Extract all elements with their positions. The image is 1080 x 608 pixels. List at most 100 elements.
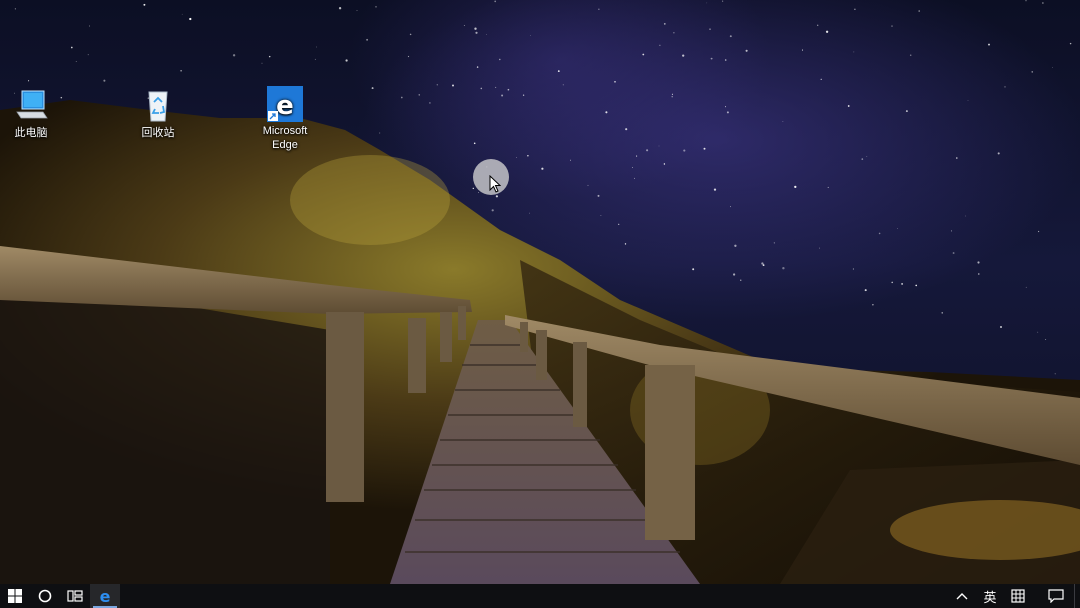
star xyxy=(400,96,403,99)
star xyxy=(491,209,494,212)
star xyxy=(379,132,381,134)
star xyxy=(495,86,497,88)
star xyxy=(659,44,661,46)
star xyxy=(967,100,969,101)
action-center-button[interactable] xyxy=(1042,584,1070,608)
star xyxy=(557,70,560,72)
star xyxy=(475,31,478,34)
star xyxy=(977,261,980,264)
task-view-button[interactable] xyxy=(60,584,90,608)
star xyxy=(515,157,517,158)
star xyxy=(605,111,608,114)
star xyxy=(956,157,958,159)
star xyxy=(87,54,89,56)
star xyxy=(734,244,737,247)
star xyxy=(474,27,477,30)
star xyxy=(706,2,708,4)
star xyxy=(530,35,531,36)
star xyxy=(636,155,638,157)
star xyxy=(499,58,501,61)
star xyxy=(817,24,819,26)
star xyxy=(683,149,686,152)
star xyxy=(732,273,736,276)
computer-icon xyxy=(13,88,49,124)
star xyxy=(1000,326,1002,328)
star xyxy=(847,105,850,107)
star xyxy=(407,55,410,58)
star xyxy=(436,84,438,86)
star xyxy=(618,223,620,225)
star xyxy=(507,88,510,91)
star xyxy=(634,177,635,179)
star xyxy=(866,156,868,157)
star xyxy=(315,46,317,48)
star xyxy=(232,54,236,57)
mouse-pointer-icon xyxy=(489,175,501,193)
desktop-icon-this-pc[interactable]: 此电脑 xyxy=(0,88,69,140)
star xyxy=(371,87,374,90)
desktop-icon-recycle-bin[interactable]: 回收站 xyxy=(120,88,196,140)
star xyxy=(820,78,822,80)
star xyxy=(522,94,525,96)
start-button[interactable] xyxy=(0,584,30,608)
star xyxy=(14,8,16,10)
star xyxy=(861,158,864,160)
star xyxy=(782,267,785,270)
star xyxy=(909,54,912,57)
star xyxy=(663,163,666,165)
recycle-bin-icon xyxy=(140,88,176,124)
star xyxy=(891,281,893,284)
star xyxy=(740,279,742,281)
taskbar-app-edge[interactable]: e xyxy=(90,584,120,608)
star xyxy=(915,284,918,287)
star xyxy=(598,8,600,10)
star xyxy=(671,93,673,95)
star xyxy=(143,3,146,6)
desktop[interactable]: 此电脑 回收站 e Microsoft Edge xyxy=(0,0,1080,584)
star xyxy=(600,215,602,216)
star xyxy=(409,33,412,36)
star xyxy=(671,96,673,98)
star xyxy=(709,28,711,30)
star xyxy=(891,25,893,27)
cortana-button[interactable] xyxy=(30,584,60,608)
star xyxy=(878,232,881,235)
star xyxy=(896,227,898,229)
star xyxy=(632,167,633,168)
star xyxy=(569,159,571,161)
star xyxy=(692,268,695,271)
edge-icon: e xyxy=(100,588,111,604)
star xyxy=(1042,2,1044,4)
star xyxy=(28,80,30,82)
star xyxy=(682,54,685,57)
star xyxy=(366,38,369,41)
star xyxy=(180,69,182,72)
tray-overflow-button[interactable] xyxy=(948,584,976,608)
star xyxy=(794,185,797,189)
ime-language-indicator[interactable]: 英 xyxy=(976,584,1004,608)
show-desktop-button[interactable] xyxy=(1074,584,1080,608)
ime-mode-button[interactable] xyxy=(1004,584,1032,608)
star xyxy=(724,59,727,61)
star xyxy=(827,186,829,188)
star xyxy=(905,110,908,113)
svg-text:e: e xyxy=(276,91,294,121)
star xyxy=(1031,71,1033,73)
star xyxy=(729,206,732,208)
desktop-icon-microsoft-edge[interactable]: e Microsoft Edge xyxy=(247,86,323,152)
star xyxy=(1069,42,1072,45)
star xyxy=(901,282,904,285)
star xyxy=(314,58,316,60)
star xyxy=(418,94,420,96)
star xyxy=(819,247,821,249)
star xyxy=(452,84,454,87)
star xyxy=(478,192,480,193)
star xyxy=(854,8,856,11)
star xyxy=(978,273,980,275)
ime-grid-icon xyxy=(1011,589,1025,603)
star xyxy=(89,25,90,27)
star xyxy=(1054,373,1056,375)
star xyxy=(527,155,529,157)
star xyxy=(1037,331,1039,333)
star xyxy=(852,268,854,270)
